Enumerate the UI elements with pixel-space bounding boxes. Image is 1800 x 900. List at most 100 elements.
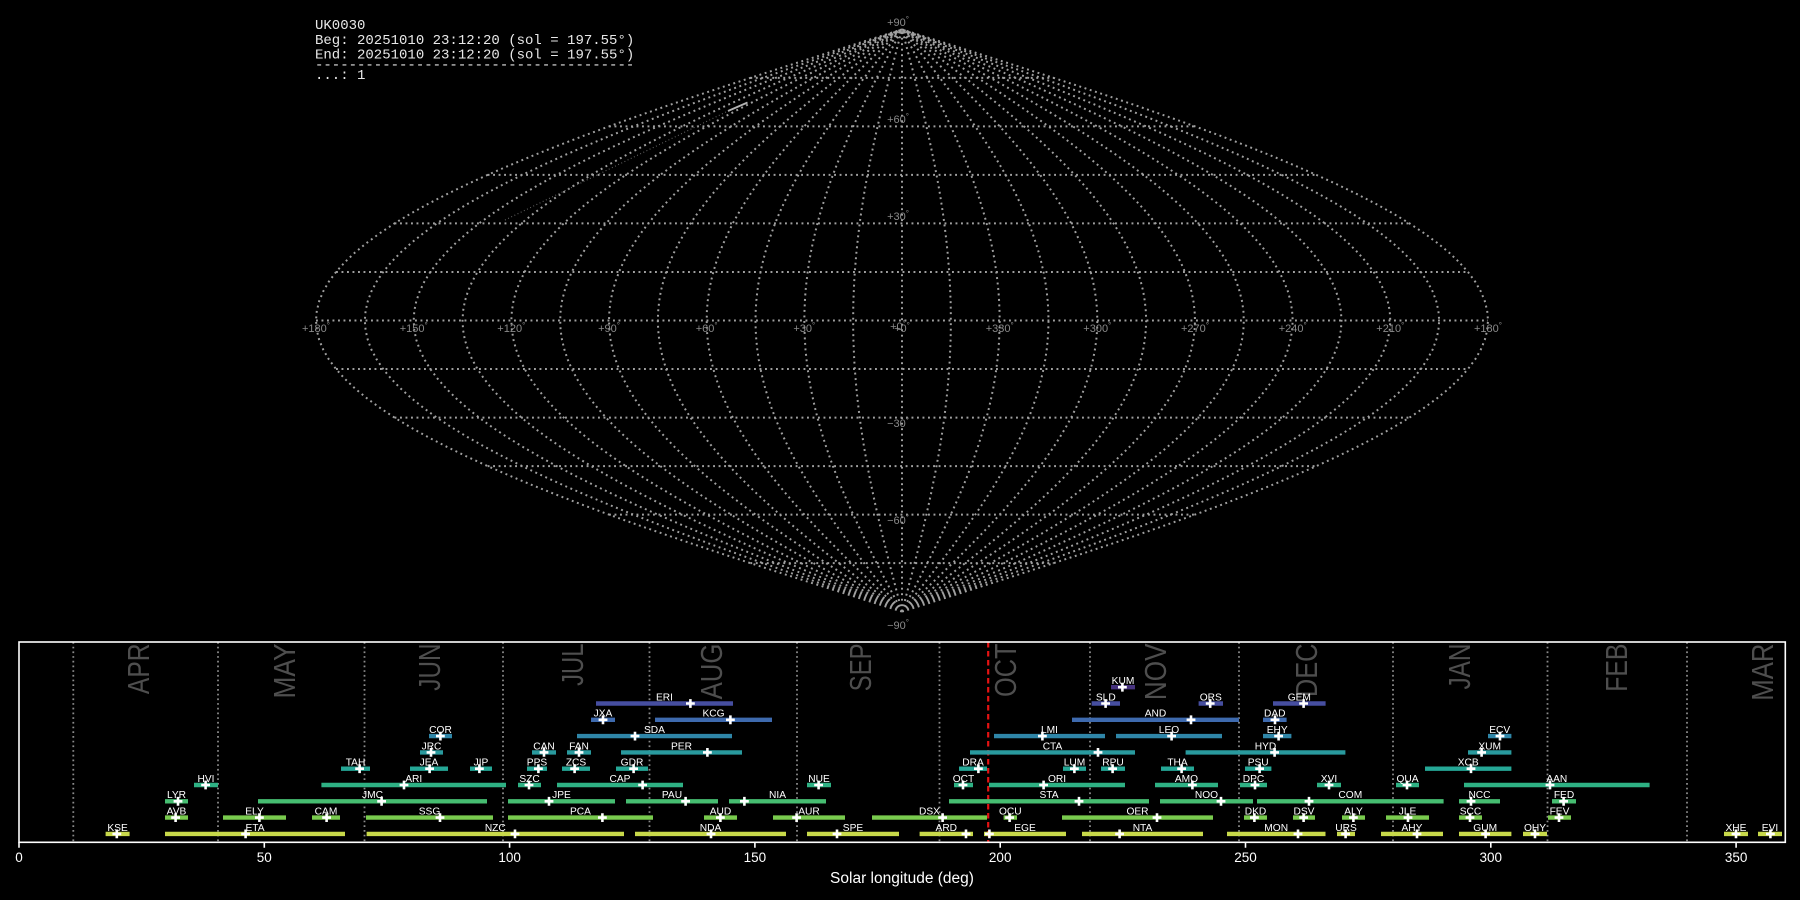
svg-text:PSU: PSU	[1248, 758, 1269, 769]
svg-text:DKD: DKD	[1245, 807, 1267, 818]
svg-text:PER: PER	[671, 741, 692, 752]
svg-text:LUM: LUM	[1064, 758, 1086, 769]
svg-text:THA: THA	[1167, 758, 1188, 769]
svg-text:+60°: +60°	[696, 321, 718, 335]
svg-text:+120°: +120°	[497, 321, 525, 335]
svg-text:50: 50	[257, 850, 272, 865]
svg-text:+210°: +210°	[1376, 321, 1404, 335]
svg-text:+30°: +30°	[887, 209, 909, 223]
svg-text:+180°: +180°	[302, 321, 330, 335]
svg-text:CAN: CAN	[533, 741, 555, 752]
svg-text:FEB: FEB	[1599, 644, 1634, 692]
svg-text:OCT: OCT	[953, 774, 975, 785]
svg-text:XCB: XCB	[1458, 758, 1479, 769]
svg-text:GUM: GUM	[1473, 823, 1497, 834]
svg-text:SCC: SCC	[1460, 807, 1482, 818]
svg-text:NUE: NUE	[808, 774, 830, 785]
svg-text:NCC: NCC	[1468, 790, 1490, 801]
svg-text:ETA: ETA	[245, 823, 264, 834]
svg-text:EVI: EVI	[1762, 823, 1778, 834]
svg-text:Solar longitude (deg): Solar longitude (deg)	[830, 870, 974, 887]
svg-text:200: 200	[989, 850, 1012, 865]
svg-text:ORI: ORI	[1048, 774, 1066, 785]
svg-text:NTA: NTA	[1133, 823, 1153, 834]
svg-text:SSG: SSG	[419, 807, 441, 818]
svg-text:XUM: XUM	[1478, 741, 1501, 752]
svg-text:NDA: NDA	[700, 823, 722, 834]
svg-text:AND: AND	[1145, 709, 1167, 720]
svg-text:CTA: CTA	[1043, 741, 1063, 752]
svg-text:JLE: JLE	[1399, 807, 1417, 818]
svg-text:OHY: OHY	[1524, 823, 1546, 834]
svg-text:JIP: JIP	[474, 758, 489, 769]
svg-text:+270°: +270°	[1181, 321, 1209, 335]
svg-text:0: 0	[15, 850, 23, 865]
svg-text:PPS: PPS	[527, 758, 548, 769]
svg-text:LEO: LEO	[1159, 725, 1179, 736]
svg-text:+150°: +150°	[400, 321, 428, 335]
svg-text:SDA: SDA	[644, 725, 665, 736]
svg-text:ORS: ORS	[1200, 692, 1222, 703]
svg-text:HVI: HVI	[198, 774, 215, 785]
svg-text:JUL: JUL	[555, 644, 590, 686]
svg-text:NOO: NOO	[1195, 790, 1218, 801]
svg-text:250: 250	[1234, 850, 1257, 865]
svg-text:JMC: JMC	[362, 790, 383, 801]
svg-text:KCG: KCG	[702, 709, 724, 720]
svg-text:NZC: NZC	[485, 823, 506, 834]
svg-text:OER: OER	[1126, 807, 1148, 818]
svg-text:DSV: DSV	[1294, 807, 1315, 818]
svg-text:AMO: AMO	[1175, 774, 1198, 785]
svg-text:−30°: −30°	[887, 416, 909, 430]
svg-text:GDR: GDR	[621, 758, 644, 769]
svg-text:COR: COR	[429, 725, 452, 736]
svg-text:OCU: OCU	[999, 807, 1022, 818]
svg-text:SEP: SEP	[843, 644, 878, 692]
svg-text:ALY: ALY	[1344, 807, 1363, 818]
svg-text:JAN: JAN	[1442, 644, 1477, 690]
svg-text:RPU: RPU	[1102, 758, 1124, 769]
svg-text:UK0030: UK0030	[315, 18, 365, 34]
svg-text:HYD: HYD	[1255, 741, 1277, 752]
svg-text:AUD: AUD	[710, 807, 732, 818]
svg-text:350: 350	[1725, 850, 1748, 865]
svg-text:+180°: +180°	[1474, 321, 1502, 335]
svg-text:MAR: MAR	[1745, 644, 1780, 701]
svg-text:TAH: TAH	[346, 758, 366, 769]
svg-text:LYR: LYR	[167, 790, 186, 801]
svg-text:FAN: FAN	[569, 741, 589, 752]
svg-text:QUA: QUA	[1396, 774, 1418, 785]
svg-text:ARI: ARI	[405, 774, 422, 785]
svg-text:AAN: AAN	[1546, 774, 1567, 785]
svg-text:GEM: GEM	[1288, 692, 1311, 703]
svg-text:PCA: PCA	[570, 807, 591, 818]
svg-text:STA: STA	[1039, 790, 1058, 801]
svg-text:JRC: JRC	[422, 741, 442, 752]
svg-text:+90°: +90°	[598, 321, 620, 335]
svg-text:AUR: AUR	[798, 807, 820, 818]
svg-text:CAM: CAM	[315, 807, 338, 818]
svg-text:EHY: EHY	[1267, 725, 1288, 736]
svg-text:SPE: SPE	[843, 823, 864, 834]
svg-text:AVB: AVB	[167, 807, 187, 818]
svg-text:NOV: NOV	[1138, 643, 1173, 700]
svg-text:MON: MON	[1264, 823, 1288, 834]
svg-text:JPE: JPE	[552, 790, 571, 801]
svg-text:SLD: SLD	[1096, 692, 1116, 703]
svg-text:ERI: ERI	[656, 692, 673, 703]
svg-text:DAD: DAD	[1264, 709, 1286, 720]
svg-text:+90°: +90°	[887, 15, 909, 29]
svg-text:+240°: +240°	[1279, 321, 1307, 335]
svg-text:+330°: +330°	[986, 321, 1014, 335]
svg-text:EGE: EGE	[1014, 823, 1036, 834]
svg-text:ZCS: ZCS	[566, 758, 587, 769]
svg-text:...: 1: ...: 1	[315, 68, 365, 84]
svg-text:XVI: XVI	[1321, 774, 1337, 785]
svg-text:+60°: +60°	[887, 112, 909, 126]
svg-text:AHY: AHY	[1402, 823, 1423, 834]
svg-text:CAP: CAP	[610, 774, 631, 785]
svg-text:JXA: JXA	[594, 709, 613, 720]
svg-text:JEA: JEA	[420, 758, 439, 769]
svg-text:FED: FED	[1554, 790, 1574, 801]
svg-text:FEV: FEV	[1550, 807, 1570, 818]
